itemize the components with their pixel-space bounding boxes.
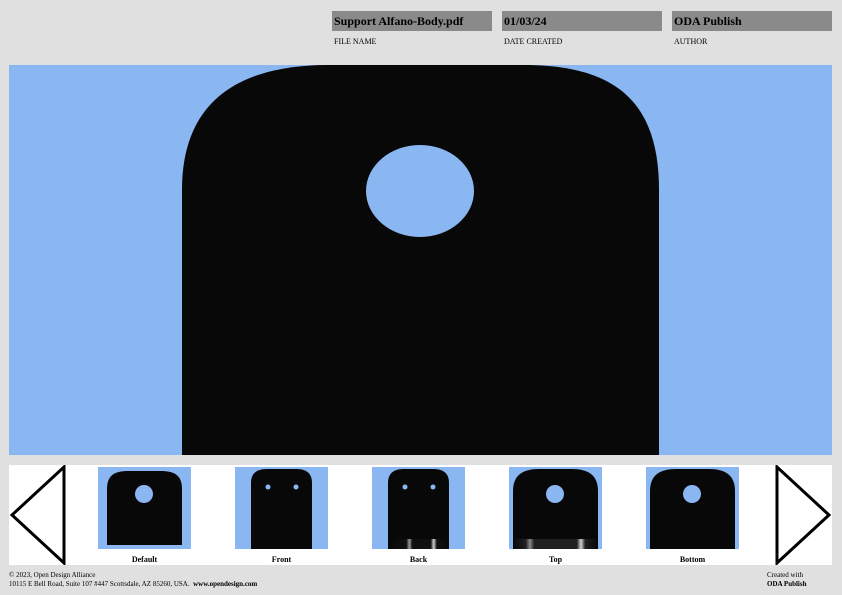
3d-viewport[interactable] <box>9 65 832 455</box>
created-with-label: Created with <box>767 571 803 579</box>
website-link[interactable]: www.opendesign.com <box>193 580 257 588</box>
thumbnail-back-label: Back <box>409 555 428 564</box>
created-with-app: ODA Publish <box>767 580 807 588</box>
arrow-right-icon <box>775 465 832 565</box>
file-name-label: FILE NAME <box>334 37 377 46</box>
address-text: 10115 E Bell Road, Suite 107 #447 Scotts… <box>9 580 190 588</box>
file-name-field: Support Alfano-Body.pdf <box>332 11 492 31</box>
thumbnail-default-label: Default <box>131 555 158 564</box>
thumbnail-bottom[interactable]: Bottom <box>646 467 739 565</box>
author-field: ODA Publish <box>672 11 832 31</box>
thumbnail-bottom-label: Bottom <box>679 555 706 564</box>
support-body-model <box>182 65 659 455</box>
date-created-field: 01/03/24 <box>502 11 662 31</box>
thumbnail-bottom-image[interactable] <box>646 467 739 549</box>
date-created-label: DATE CREATED <box>504 37 563 46</box>
thumbnail-back-image[interactable] <box>372 467 465 549</box>
footer-info: © 2023, Open Design Alliance 10115 E Bel… <box>9 571 257 589</box>
address-line: 10115 E Bell Road, Suite 107 #447 Scotts… <box>9 580 257 589</box>
thumbnail-top-label: Top <box>548 555 563 564</box>
thumbnail-back[interactable]: Back <box>372 467 465 565</box>
next-view-button[interactable] <box>774 465 832 565</box>
author-label: AUTHOR <box>674 37 708 46</box>
arrow-left-icon <box>9 465 66 565</box>
thumbnail-front-image[interactable] <box>235 467 328 549</box>
thumbnail-top-image[interactable] <box>509 467 602 549</box>
thumbnail-top[interactable]: Top <box>509 467 602 565</box>
thumbnail-default-image[interactable] <box>98 467 191 549</box>
thumbnail-front[interactable]: Front <box>235 467 328 565</box>
thumbnail-front-label: Front <box>271 555 292 564</box>
previous-view-button[interactable] <box>9 465 67 565</box>
view-thumbnail-strip: Default Front Back Top Bottom <box>9 465 832 565</box>
created-with-info: Created with ODA Publish <box>767 571 807 589</box>
thumbnail-default[interactable]: Default <box>98 467 191 565</box>
copyright-text: © 2023, Open Design Alliance <box>9 571 96 579</box>
